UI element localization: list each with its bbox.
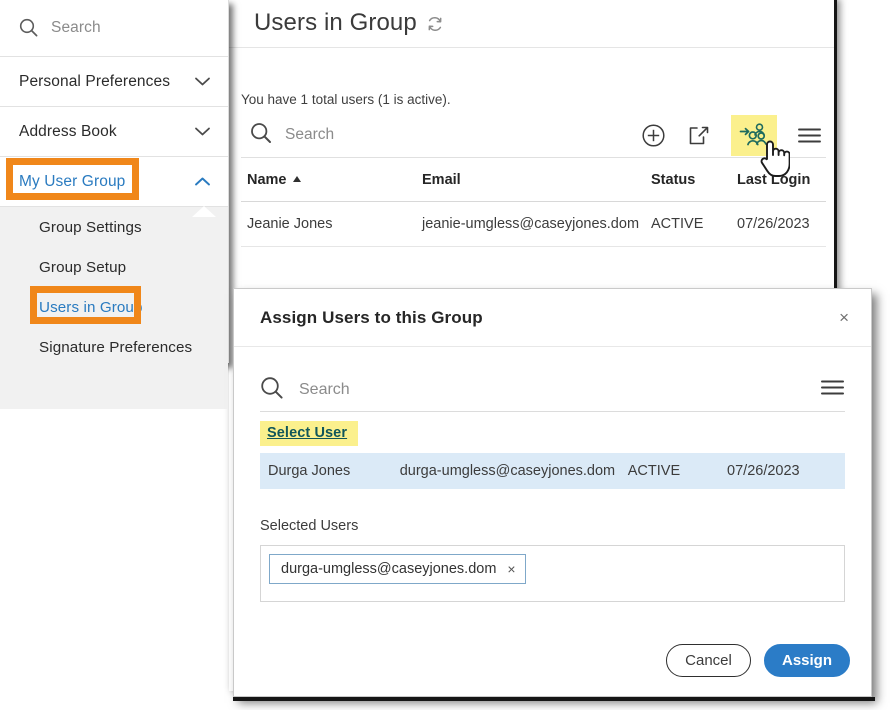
column-header-email[interactable]: Email [422,172,651,188]
cell-last-login: 07/26/2023 [737,216,810,232]
close-icon[interactable]: × [839,309,849,326]
remove-chip-icon[interactable]: × [507,561,515,577]
sidebar-item-my-user-group[interactable]: My User Group [0,157,228,207]
menu-icon[interactable] [797,126,822,145]
sidebar-search-placeholder: Search [51,18,101,36]
modal-result-row[interactable]: Durga Jones durga-umgless@caseyjones.dom… [260,453,845,489]
add-icon[interactable] [641,123,666,148]
sidebar-subitem-label: Group Settings [39,218,142,236]
modal-body: Search Select User Durga Jones durga-umg… [234,347,871,602]
submenu-caret [192,206,216,217]
sidebar-search[interactable]: Search [0,0,228,57]
navigation-sidebar: Search Personal Preferences Address Book… [0,0,229,409]
users-table: Name Email Status Last Login Jeanie Jone… [241,159,826,247]
column-header-name[interactable]: Name [241,172,422,188]
select-user-link[interactable]: Select User [267,425,347,441]
sidebar-item-personal-preferences[interactable]: Personal Preferences [0,57,228,107]
modal-search-row: Search [260,369,845,412]
cell-name: Jeanie Jones [247,216,333,232]
cell-name: Durga Jones [268,463,351,479]
table-toolbar: Search [241,113,826,158]
cell-last-login: 07/26/2023 [727,463,800,479]
cell-status: ACTIVE [627,463,681,479]
modal-title: Assign Users to this Group [260,307,483,327]
panel-bottom-edge [233,697,875,701]
cancel-button[interactable]: Cancel [666,644,751,677]
chevron-up-icon [194,176,211,187]
cell-email: jeanie-umgless@caseyjones.dom [422,216,640,232]
sort-ascending-icon [292,176,301,182]
chip-label: durga-umgless@caseyjones.dom [281,561,497,577]
chevron-down-icon [194,126,211,137]
search-icon [250,122,272,149]
sidebar-subitem-label: Users in Group [39,298,143,316]
toolbar-actions [641,114,826,156]
user-count-summary: You have 1 total users (1 is active). [241,92,451,107]
select-user-highlight: Select User [260,421,359,446]
selected-users-label: Selected Users [260,518,359,534]
cell-status: ACTIVE [651,216,704,232]
selected-user-chip: durga-umgless@caseyjones.dom × [269,554,526,584]
chevron-down-icon [194,76,211,87]
refresh-icon[interactable] [426,15,444,33]
cell-email: durga-umgless@caseyjones.dom [399,463,616,479]
column-header-status[interactable]: Status [651,172,737,188]
page-title: Users in Group [254,9,417,36]
menu-icon[interactable] [820,378,845,402]
sidebar-item-users-in-group[interactable]: Users in Group [0,287,228,327]
table-header-row: Name Email Status Last Login [241,159,826,202]
sidebar-subitem-label: Group Setup [39,258,127,276]
sidebar-item-group-setup[interactable]: Group Setup [0,247,228,287]
search-icon [260,376,284,405]
assign-users-modal: Assign Users to this Group × Search Sele… [233,288,872,697]
export-icon[interactable] [686,123,711,148]
sidebar-item-signature-preferences[interactable]: Signature Preferences [0,327,228,367]
page-header: Users in Group [229,0,834,48]
modal-footer: Cancel Assign [666,644,850,677]
screenshot-root: Search Personal Preferences Address Book… [0,0,890,710]
table-row[interactable]: Jeanie Jones jeanie-umgless@caseyjones.d… [241,202,826,247]
modal-search-placeholder: Search [299,381,350,398]
sidebar-item-address-book[interactable]: Address Book [0,107,228,157]
assign-users-icon[interactable] [731,114,777,156]
sidebar-item-label: Personal Preferences [19,72,171,90]
main-search-placeholder: Search [285,126,335,143]
search-icon [19,18,38,37]
sidebar-subitem-label: Signature Preferences [39,338,193,356]
sidebar-item-label: My User Group [19,172,126,190]
assign-button[interactable]: Assign [764,644,850,677]
selected-users-box[interactable]: durga-umgless@caseyjones.dom × [260,545,845,602]
column-header-last-login[interactable]: Last Login [737,172,822,188]
sidebar-submenu: Group Settings Group Setup Users in Grou… [0,206,228,409]
sidebar-item-label: Address Book [19,122,117,140]
modal-search[interactable]: Search [260,376,350,405]
modal-header: Assign Users to this Group × [234,289,871,347]
column-header-label: Name [247,172,287,188]
main-search[interactable]: Search [241,122,334,149]
